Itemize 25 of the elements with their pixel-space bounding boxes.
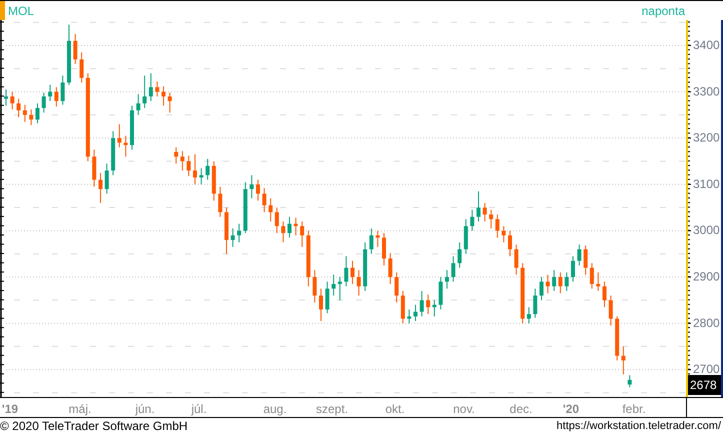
copyright-text: © 2020 TeleTrader Software GmbH bbox=[0, 419, 188, 433]
axis-label: 3200 bbox=[693, 130, 720, 145]
axis-label: '20 bbox=[562, 402, 580, 416]
axis-label: 2900 bbox=[693, 270, 720, 284]
axis-label: jún. bbox=[135, 402, 155, 416]
axis-label: '19 bbox=[2, 402, 18, 416]
symbol-label: MOL bbox=[8, 4, 34, 18]
axis-label: 3100 bbox=[693, 176, 720, 191]
axis-label: 3300 bbox=[693, 84, 720, 98]
axis-label: 2800 bbox=[693, 316, 720, 330]
axis-label: nov. bbox=[453, 402, 475, 416]
color-marker bbox=[0, 1, 5, 20]
axis-label: dec. bbox=[510, 402, 532, 416]
interval-label: naponta bbox=[642, 4, 685, 18]
last-price-tag: 2678 bbox=[688, 375, 721, 395]
url-text: https://workstation.teletrader.com/ bbox=[556, 420, 721, 432]
axis-label: máj. bbox=[68, 402, 92, 416]
axis-label: szept. bbox=[316, 402, 348, 416]
axis-label: okt. bbox=[385, 402, 405, 416]
axis-label: 2700 bbox=[693, 362, 720, 376]
axis-label: aug. bbox=[263, 402, 287, 416]
axis-label: júl. bbox=[191, 402, 207, 416]
axis-label: 3400 bbox=[693, 38, 720, 52]
axis-label: 3000 bbox=[693, 223, 720, 238]
axis-label: febr. bbox=[622, 402, 646, 416]
